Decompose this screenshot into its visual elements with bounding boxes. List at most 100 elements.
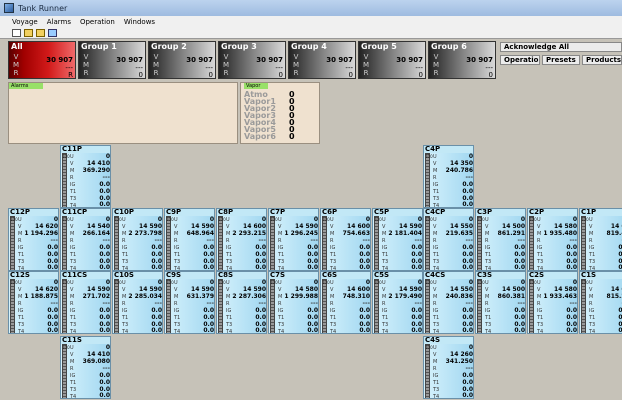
products-button[interactable]: Products	[582, 55, 622, 65]
tank-tile[interactable]: C9S 100 U V M R IG T1 T3 T4 0 14 590 631.379 --- 0.0 0.…	[164, 271, 215, 334]
menu-operation[interactable]: Operation	[80, 18, 115, 26]
tank-tile[interactable]: C10S 100 U V M R IG T1 T3 T4 0 14 590 2 285.034 --- 0.…	[112, 271, 163, 334]
tank-t3-value: 0.0	[255, 327, 266, 334]
open-folder-icon[interactable]	[36, 28, 45, 37]
tank-metric-label: U	[226, 217, 230, 223]
tank-tile[interactable]: C12P 100 U V M R IG T1 T3 T4 0 14 620 1 194.296 --- 0.…	[8, 208, 59, 271]
tank-metric-label: T1	[174, 252, 181, 258]
group-metric-label: R	[153, 69, 159, 77]
action-panel: Acknowledge All Operations Presets Produ…	[500, 42, 622, 68]
menu-alarms[interactable]: Alarms	[47, 18, 71, 26]
group-tile[interactable]: Group 3 V M R 30 907 --- 0	[218, 41, 286, 79]
title-bar[interactable]: Tank Runner	[0, 0, 622, 16]
tank-tile[interactable]: C4S 100 U V M R IG T1 T3 T4 0 14 260 341.250 --- 0.0 0.…	[423, 336, 474, 399]
tank-metric-label: U	[433, 154, 437, 160]
tank-name: C9S	[166, 271, 182, 279]
acknowledge-all-button[interactable]: Acknowledge All	[500, 42, 622, 52]
tank-tile[interactable]: C6S 100 U V M R IG T1 T3 T4 0 14 600 748.310 --- 0.0 0.…	[320, 271, 371, 334]
tank-metric-label: U	[433, 345, 437, 351]
tank-tile[interactable]: C8P 100 U V M R IG T1 T3 T4 0 14 600 2 293.215 --- 0.0…	[216, 208, 267, 271]
vapor-label: Vapor	[244, 83, 268, 89]
tank-metric-label: T3	[382, 259, 389, 265]
copy-icon[interactable]	[48, 28, 57, 37]
tank-tile[interactable]: C11CP 100 U V M R IG T1 T3 T4 0 14 540 266.164 --- 0.0…	[60, 208, 111, 271]
tank-metric-label: U	[70, 217, 74, 223]
tank-metric-label: T1	[226, 252, 233, 258]
tank-tile[interactable]: C4CP 100 U V M R IG T1 T3 T4 0 14 550 219.635 --- 0.0 0…	[423, 208, 474, 271]
tank-tile[interactable]: C3S 100 U V M R IG T1 T3 T4 0 14 500 860.381 --- 0.0 0.…	[475, 271, 526, 334]
tank-metric-label: V	[122, 224, 126, 230]
tank-tile[interactable]: C2P 100 U V M R IG T1 T3 T4 0 14 580 1 935.480 --- 0.0…	[527, 208, 578, 271]
tank-metric-label: T1	[226, 315, 233, 321]
tank-metric-label: R	[330, 238, 334, 244]
tank-percent: 100	[581, 217, 589, 222]
tank-metric-label: V	[537, 287, 541, 293]
tank-tile[interactable]: C4P 100 U V M R IG T1 T3 T4 0 14 350 240.786 --- 0.0 0.…	[423, 145, 474, 208]
group-metric-label: M	[292, 61, 300, 69]
tank-tile[interactable]: C10P 100 U V M R IG T1 T3 T4 0 14 590 2 273.798 --- 0.…	[112, 208, 163, 271]
presets-button[interactable]: Presets	[542, 55, 580, 65]
tank-name: C11S	[62, 336, 82, 344]
tank-metric-label: IG	[382, 308, 388, 314]
tank-metric-label: R	[18, 238, 22, 244]
tank-level-gauge	[322, 279, 327, 333]
tank-tile[interactable]: C2S 100 U V M R IG T1 T3 T4 0 14 580 1 933.463 --- 0.0…	[527, 271, 578, 334]
tank-tile[interactable]: C7P 100 U V M R IG T1 T3 T4 0 14 590 1 296.245 --- 0.0…	[268, 208, 319, 271]
tank-body: 100 U V M R IG T1 T3 T4 0 14 590 2 273.798 --- 0.0 0.0…	[113, 216, 162, 270]
tank-tile[interactable]: C4CS 100 U V M R IG T1 T3 T4 0 14 550 240.836 --- 0.0 0…	[423, 271, 474, 334]
tank-metric-label: M	[433, 359, 438, 365]
tank-percent: 100	[166, 280, 174, 285]
tank-metric-label: R	[226, 301, 230, 307]
tank-tile[interactable]: C8S 100 U V M R IG T1 T3 T4 0 14 590 2 287.306 --- 0.0…	[216, 271, 267, 334]
group-tile[interactable]: Group 5 V M R 30 907 --- 0	[358, 41, 426, 79]
window-title: Tank Runner	[18, 3, 68, 13]
tank-metric-label: V	[537, 224, 541, 230]
tank-mass: 819.4?	[606, 230, 622, 237]
tank-tile[interactable]: C11CS 100 U V M R IG T1 T3 T4 0 14 590 271.702 --- 0.0…	[60, 271, 111, 334]
tank-tile[interactable]: C6P 100 U V M R IG T1 T3 T4 0 14 600 754.663 --- 0.0 0.…	[320, 208, 371, 271]
group-tile[interactable]: Group 6 V M R 30 907 --- 0	[428, 41, 496, 79]
group-tile[interactable]: Group 1 V M R 30 907 --- 0	[78, 41, 146, 79]
tank-body: 100 U V M R IG T1 T3 T4 0 14 590 2 181.404 --- 0.0 0.0…	[373, 216, 422, 270]
tank-metric-label: U	[18, 217, 22, 223]
tank-tile[interactable]: C9P 100 U V M R IG T1 T3 T4 0 14 590 648.964 --- 0.0 0.…	[164, 208, 215, 271]
tank-metric-label: U	[278, 217, 282, 223]
tank-tile[interactable]: C7S 100 U V M R IG T1 T3 T4 0 14 580 1 299.988 --- 0.0…	[268, 271, 319, 334]
operations-button[interactable]: Operations	[500, 55, 540, 65]
group-metric-label: V	[83, 53, 89, 61]
tank-metric-label: R	[589, 238, 593, 244]
tank-tile[interactable]: C1P100UVMRIGT1T3T4014 6?819.4?---0.00.00…	[579, 208, 622, 271]
tank-metric-label: U	[589, 217, 593, 223]
tank-metric-label: T3	[589, 259, 596, 265]
tank-level-gauge	[62, 279, 67, 333]
tank-percent: 100	[62, 345, 70, 350]
tank-tile[interactable]: C11P 100 U V M R IG T1 T3 T4 0 14 410 369.290 --- 0.0 0…	[60, 145, 111, 208]
menu-voyage[interactable]: Voyage	[12, 18, 38, 26]
tank-tile[interactable]: C3P 100 U V M R IG T1 T3 T4 0 14 500 861.291 --- 0.0 0.…	[475, 208, 526, 271]
tank-body: 100UVMRIGT1T3T4014 6?815.2?---0.00.00.00…	[580, 279, 622, 333]
tank-metric-label: T3	[537, 259, 544, 265]
tank-metric-label: T1	[330, 252, 337, 258]
tank-tile[interactable]: C12S 100 U V M R IG T1 T3 T4 0 14 620 1 188.875 --- 0.…	[8, 271, 59, 334]
tank-tile[interactable]: C11S 100 U V M R IG T1 T3 T4 0 14 410 369.080 --- 0.0 0…	[60, 336, 111, 399]
group-metric-label: V	[433, 53, 439, 61]
open-icon[interactable]	[24, 28, 33, 37]
group-tile[interactable]: All V M R 30 907 --- R	[8, 41, 76, 79]
tank-tile[interactable]: C1S100UVMRIGT1T3T4014 6?815.2?---0.00.00…	[579, 271, 622, 334]
tank-level-gauge	[425, 153, 430, 207]
tank-tile[interactable]: C5S 100 U V M R IG T1 T3 T4 0 14 590 2 179.490 --- 0.0…	[372, 271, 423, 334]
group-tile[interactable]: Group 4 V M R 30 907 --- 0	[288, 41, 356, 79]
tank-metric-label: IG	[589, 245, 595, 251]
app-icon	[4, 3, 14, 13]
tank-metric-label: M	[226, 231, 231, 237]
tank-level-gauge	[10, 216, 15, 270]
tank-body: 100 U V M R IG T1 T3 T4 0 14 550 240.836 --- 0.0 0.0 0.…	[424, 279, 473, 333]
tank-metric-label: T3	[537, 322, 544, 328]
tank-metric-label: M	[330, 294, 335, 300]
tank-metric-label: IG	[278, 245, 284, 251]
menu-windows[interactable]: Windows	[124, 18, 155, 26]
tank-tile[interactable]: C5P 100 U V M R IG T1 T3 T4 0 14 590 2 181.404 --- 0.0…	[372, 208, 423, 271]
new-icon[interactable]	[12, 28, 21, 37]
group-tile[interactable]: Group 2 V M R 30 907 --- 0	[148, 41, 216, 79]
tank-metric-label: T4	[278, 329, 285, 334]
